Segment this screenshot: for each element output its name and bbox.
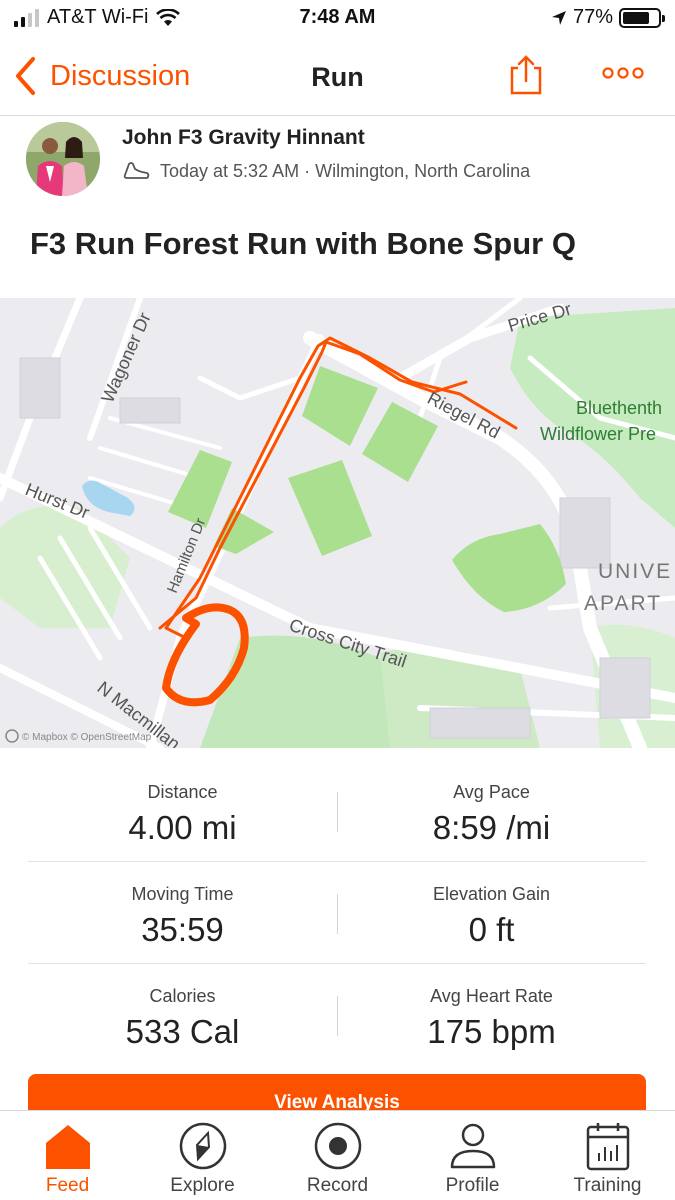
route-map[interactable]: Wagoner Dr Price Dr Riegel Rd Hurst Dr H… <box>0 298 675 748</box>
map-canvas: Wagoner Dr Price Dr Riegel Rd Hurst Dr H… <box>0 298 675 748</box>
stats-row: Calories 533 Cal Avg Heart Rate 175 bpm <box>28 964 646 1066</box>
more-icon <box>602 67 644 79</box>
battery-icon <box>619 7 665 28</box>
record-icon <box>314 1122 361 1170</box>
lake <box>82 480 135 516</box>
map-label-univ: UNIVE <box>598 560 672 583</box>
stat-label: Avg Heart Rate <box>430 986 553 1006</box>
profile-icon <box>450 1123 495 1169</box>
calendar-chart-icon <box>586 1123 629 1171</box>
stats-row: Distance 4.00 mi Avg Pace 8:59 /mi <box>28 760 646 862</box>
athlete-name[interactable]: John F3 Gravity Hinnant <box>122 126 365 150</box>
activity-title: F3 Run Forest Run with Bone Spur Q <box>30 226 576 261</box>
activity-meta: Today at 5:32 AM · Wilmington, North Car… <box>122 160 530 182</box>
park-area <box>510 308 675 528</box>
info-icon[interactable] <box>5 729 19 743</box>
share-button[interactable] <box>508 54 544 101</box>
tab-record[interactable]: Record <box>270 1111 405 1200</box>
back-label: Discussion <box>50 59 191 92</box>
stat-distance: Distance 4.00 mi <box>28 760 337 862</box>
tab-explore[interactable]: Explore <box>135 1111 270 1200</box>
avatar-photo <box>26 122 100 196</box>
map-label-apart: APART <box>584 592 662 615</box>
stat-moving-time: Moving Time 35:59 <box>28 862 337 964</box>
compass-icon <box>179 1122 226 1170</box>
stat-calories: Calories 533 Cal <box>28 964 337 1066</box>
activity-header: John F3 Gravity Hinnant Today at 5:32 AM… <box>0 118 675 198</box>
avatar[interactable] <box>26 122 100 196</box>
stat-value: 8:59 /mi <box>432 809 551 846</box>
tab-training[interactable]: Training <box>540 1111 675 1200</box>
map-label-bluethenthal: Bluethenth <box>576 398 662 418</box>
sports-fields <box>168 366 566 612</box>
back-button[interactable]: Discussion <box>14 56 190 96</box>
tab-label: Record <box>306 1175 369 1196</box>
map-attribution: © Mapbox © OpenStreetMap <box>22 732 152 743</box>
tab-label: Feed <box>45 1175 90 1196</box>
share-icon <box>510 55 542 95</box>
stat-value: 175 bpm <box>427 1013 556 1050</box>
stat-avg-heart-rate: Avg Heart Rate 175 bpm <box>337 964 646 1066</box>
more-button[interactable] <box>602 66 644 85</box>
tab-label: Explore <box>170 1175 235 1196</box>
chevron-left-icon <box>16 57 35 95</box>
stat-value: 35:59 <box>141 911 224 948</box>
stat-label: Avg Pace <box>453 782 530 802</box>
stat-avg-pace: Avg Pace 8:59 /mi <box>337 760 646 862</box>
map-label-wildflower: Wildflower Pre <box>540 424 656 444</box>
battery-fill <box>623 11 650 24</box>
home-icon <box>45 1125 90 1169</box>
tab-profile[interactable]: Profile <box>405 1111 540 1200</box>
map-label-wagoner: Wagoner Dr <box>97 309 154 405</box>
stats-grid: Distance 4.00 mi Avg Pace 8:59 /mi Movin… <box>28 760 646 1066</box>
stat-label: Calories <box>149 986 216 1006</box>
stat-label: Distance <box>147 782 218 802</box>
location-arrow-icon <box>551 10 566 25</box>
tab-bar: Feed Explore Record Profile Training <box>0 1110 675 1200</box>
tab-label: Training <box>573 1175 642 1196</box>
stat-value: 533 Cal <box>125 1013 240 1050</box>
stat-label: Elevation Gain <box>432 884 551 904</box>
shoe-icon <box>123 162 150 179</box>
stat-elevation-gain: Elevation Gain 0 ft <box>337 862 646 964</box>
status-right: 77% <box>551 6 665 29</box>
status-bar: AT&T Wi-Fi 7:48 AM 77% <box>0 0 675 38</box>
stat-label: Moving Time <box>131 884 234 904</box>
nav-bar: Discussion Run <box>0 40 675 116</box>
stat-value: 4.00 mi <box>128 809 237 846</box>
stats-row: Moving Time 35:59 Elevation Gain 0 ft <box>28 862 646 964</box>
tab-feed[interactable]: Feed <box>0 1111 135 1200</box>
battery-percent: 77% <box>572 6 613 28</box>
activity-meta-text: Today at 5:32 AM · Wilmington, North Car… <box>160 160 531 181</box>
stat-value: 0 ft <box>468 911 515 948</box>
tab-label: Profile <box>445 1175 500 1196</box>
